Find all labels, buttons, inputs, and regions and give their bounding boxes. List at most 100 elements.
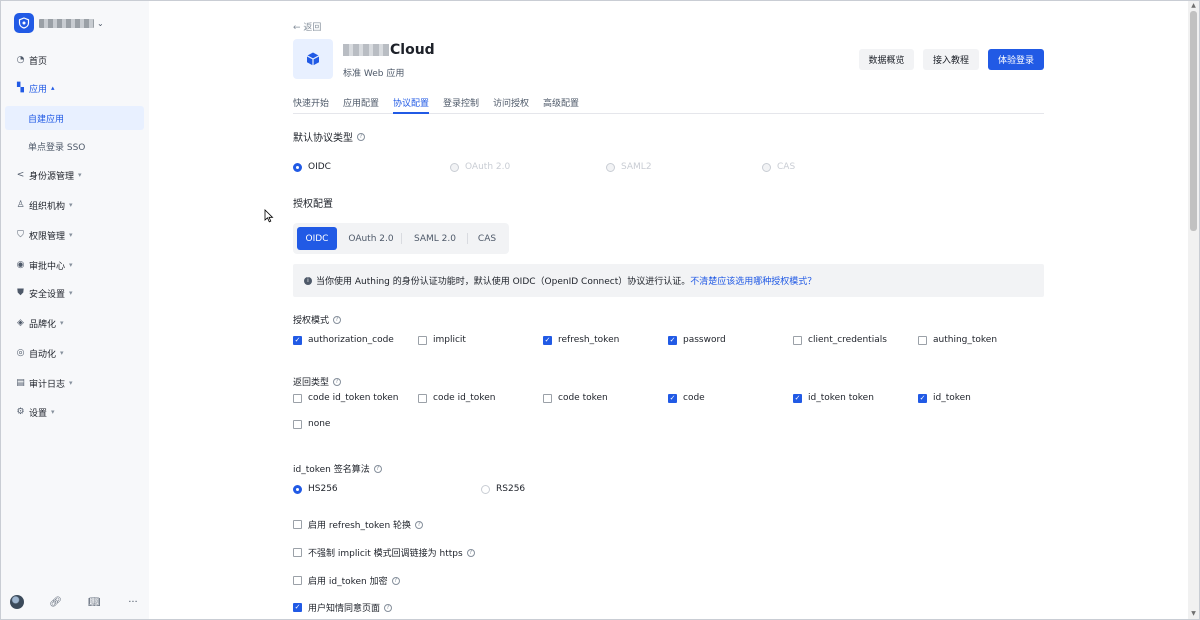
sidebar-item-audit-log[interactable]: ▤ 审计日志 ▾ (1, 372, 149, 394)
checkbox[interactable] (543, 393, 552, 403)
response-type-option[interactable]: code id_token token (293, 393, 398, 403)
checkbox[interactable]: ✓ (918, 393, 927, 403)
response-type-option[interactable]: code id_token (418, 393, 495, 403)
sidebar-subitem[interactable]: 单点登录 SSO (5, 134, 144, 158)
sidebar-item-share[interactable]: < 身份源管理 ▾ (1, 164, 149, 186)
tab-item[interactable]: 应用配置 (343, 96, 379, 114)
try-login-button[interactable]: 体验登录 (988, 49, 1044, 70)
chevron-down-icon: ▾ (69, 379, 73, 387)
checkbox[interactable] (793, 335, 802, 345)
help-icon[interactable]: ? (357, 132, 365, 141)
help-icon[interactable]: ? (373, 464, 382, 473)
link-icon[interactable]: 🔗︎ (49, 597, 63, 608)
segment-tab[interactable]: OAuth 2.0 (341, 227, 401, 250)
setting-checkbox[interactable]: 启用 id_token 加密? (293, 574, 400, 587)
app-subtitle: 标准 Web 应用 (343, 69, 405, 79)
checkbox[interactable] (293, 576, 302, 585)
signing-alg-option[interactable]: RS256 (481, 484, 525, 494)
sidebar-item-pie-chart[interactable]: ◔ 首页 (1, 49, 149, 71)
brand[interactable]: ⌄ (14, 13, 104, 33)
setting-checkbox[interactable]: 不强制 implicit 模式回调链接为 https? (293, 546, 475, 559)
scroll-down-icon[interactable]: ▼ (1188, 610, 1199, 617)
setting-checkbox[interactable]: 启用 refresh_token 轮换? (293, 518, 424, 531)
back-link[interactable]: ← 返回 (293, 20, 321, 33)
sidebar-item-gear[interactable]: ⚙ 设置 ▾ (1, 401, 149, 423)
setting-checkbox[interactable]: ✓ 用户知情同意页面? (293, 601, 393, 614)
sidebar-item-apps[interactable]: ▚ 应用 ▴ (1, 77, 149, 99)
checkbox[interactable]: ✓ (293, 335, 302, 345)
radio-button[interactable] (481, 484, 490, 494)
response-type-option[interactable]: ✓ id_token (918, 393, 971, 403)
segment-tab[interactable]: SAML 2.0 (403, 227, 467, 250)
help-icon[interactable]: ? (466, 548, 475, 557)
response-type-option[interactable]: ✓ code (668, 393, 705, 403)
response-type-option[interactable]: none (293, 419, 330, 429)
checkbox[interactable]: ✓ (793, 393, 802, 403)
radio-button[interactable] (450, 162, 459, 172)
grant-type-option[interactable]: ✓ password (668, 335, 726, 345)
checkbox[interactable] (293, 419, 302, 429)
signing-alg-option[interactable]: HS256 (293, 484, 338, 494)
help-icon[interactable]: ? (333, 315, 342, 324)
sidebar-item-approval[interactable]: ◉ 审批中心 ▾ (1, 254, 149, 276)
radio-button[interactable] (293, 162, 302, 172)
protocol-radio-option[interactable]: SAML2 (606, 162, 652, 172)
book-icon[interactable]: 📖︎ (87, 597, 101, 608)
avatar[interactable] (10, 595, 24, 609)
sidebar-footer: 🔗︎ 📖︎ ··· (10, 595, 140, 609)
sidebar-item-shield[interactable]: ⛉ 权限管理 ▾ (1, 224, 149, 246)
checkbox[interactable] (418, 335, 427, 345)
data-overview-button[interactable]: 数据概览 (859, 49, 914, 70)
help-icon[interactable]: ? (391, 576, 400, 585)
checkbox[interactable] (293, 548, 302, 557)
segment-divider (467, 233, 468, 244)
sidebar-item-label: 审批中心 (29, 261, 66, 272)
protocol-radio-option[interactable]: OAuth 2.0 (450, 162, 510, 172)
grant-type-option[interactable]: ✓ authorization_code (293, 335, 394, 345)
grant-type-option[interactable]: ✓ refresh_token (543, 335, 619, 345)
help-icon[interactable]: ? (384, 603, 393, 612)
checkbox[interactable] (418, 393, 427, 403)
tab-item[interactable]: 访问授权 (493, 96, 529, 114)
scroll-up-icon[interactable]: ▲ (1188, 2, 1199, 9)
checkbox[interactable] (918, 335, 927, 345)
info-icon: i (304, 276, 312, 285)
tab-item[interactable]: 快速开始 (293, 96, 329, 114)
checkbox[interactable]: ✓ (543, 335, 552, 345)
grant-type-option[interactable]: implicit (418, 335, 466, 345)
tutorial-button[interactable]: 接入教程 (923, 49, 979, 70)
grant-type-option[interactable]: authing_token (918, 335, 997, 345)
checkbox[interactable] (293, 520, 302, 529)
checkbox[interactable]: ✓ (668, 393, 677, 403)
response-type-option[interactable]: code token (543, 393, 608, 403)
tab-item[interactable]: 登录控制 (443, 96, 479, 114)
segment-tab[interactable]: OIDC (297, 227, 337, 250)
auth-config-title: 授权配置 (293, 199, 333, 210)
sidebar-item-brand[interactable]: ◈ 品牌化 ▾ (1, 312, 149, 334)
vertical-scrollbar[interactable]: ▲ ▼ (1188, 1, 1199, 619)
checkbox[interactable]: ✓ (293, 603, 302, 612)
response-type-option[interactable]: ✓ id_token token (793, 393, 874, 403)
sidebar-item-security[interactable]: ⛊ 安全设置 ▾ (1, 282, 149, 304)
radio-button[interactable] (293, 484, 302, 494)
segment-tab[interactable]: CAS (469, 227, 505, 250)
scroll-thumb[interactable] (1190, 11, 1197, 231)
radio-button[interactable] (762, 162, 771, 172)
sidebar-item-automation[interactable]: ◎ 自动化 ▾ (1, 342, 149, 364)
tab-item[interactable]: 协议配置 (393, 96, 430, 114)
radio-button[interactable] (606, 162, 615, 172)
protocol-radio-option[interactable]: CAS (762, 162, 795, 172)
info-help-link[interactable]: 不清楚应该选用哪种授权模式？ (690, 274, 816, 287)
sidebar-item-org[interactable]: ♙ 组织机构 ▾ (1, 194, 149, 216)
checkbox[interactable]: ✓ (668, 335, 677, 345)
sidebar-subitem[interactable]: 自建应用 (5, 106, 144, 130)
more-icon[interactable]: ··· (126, 597, 140, 608)
sidebar-item-label: 安全设置 (29, 289, 66, 300)
chevron-down-icon: ▾ (69, 261, 73, 269)
help-icon[interactable]: ? (333, 377, 342, 386)
help-icon[interactable]: ? (415, 520, 424, 529)
protocol-radio-option[interactable]: OIDC (293, 162, 331, 172)
checkbox[interactable] (293, 393, 302, 403)
grant-type-option[interactable]: client_credentials (793, 335, 887, 345)
tab-item[interactable]: 高级配置 (543, 96, 579, 114)
